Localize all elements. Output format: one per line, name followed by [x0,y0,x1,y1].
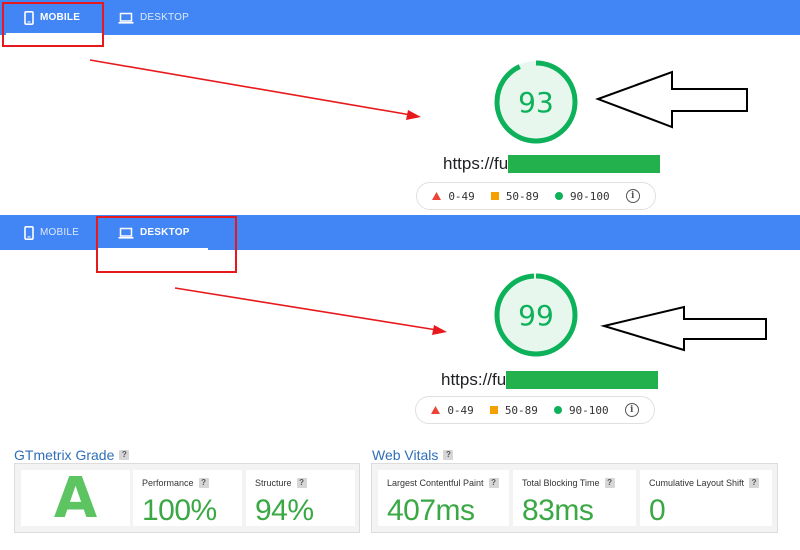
cls-label: Cumulative Layout Shift ? [649,478,760,488]
square-icon [490,192,499,200]
structure-value: 94% [255,494,314,527]
url-redaction-mobile [508,155,661,173]
legend-average: 50-89 [490,189,539,203]
hollow-arrow-mobile [595,70,748,129]
gtmetrix-grade-letter: A [53,465,98,531]
tab-bar-mobile-view: MOBILE DESKTOP [0,0,800,35]
legend-fail: 0-49 [431,404,474,417]
tested-url-desktop: https://fu [441,370,659,390]
url-text-desktop: https://fu [441,370,507,389]
legend-pass: 90-100 [554,189,610,203]
circle-icon [554,192,563,200]
hollow-arrow-desktop [600,305,767,352]
performance-label-text: Performance [142,478,194,488]
performance-cell: Performance ? 100% [133,470,242,527]
tab-desktop-label: DESKTOP [140,11,190,23]
info-icon[interactable]: i [625,189,640,203]
tbt-cell: Total Blocking Time ? 83ms [513,470,636,527]
cls-cell: Cumulative Layout Shift ? 0 [640,470,772,527]
square-icon [489,406,498,414]
help-icon[interactable]: ? [296,478,307,488]
help-icon[interactable]: ? [749,478,760,488]
tab-mobile[interactable]: MOBILE [20,215,83,250]
gtmetrix-grade-title: GTmetrix Grade ? [14,447,130,463]
structure-label-text: Structure [255,478,292,488]
info-icon[interactable]: i [624,403,639,417]
annotation-box-desktop-tab [96,216,237,273]
score-gauge-mobile: 93 [491,57,581,147]
lcp-label-text: Largest Contentful Paint [387,478,484,488]
smartphone-icon [24,225,34,240]
score-legend-mobile: 0-49 50-89 90-100 i [416,182,656,210]
performance-score-desktop: 99 [518,298,554,332]
tab-mobile-label: MOBILE [40,226,79,238]
score-legend-desktop: 0-49 50-89 90-100 i [415,396,655,424]
help-icon[interactable]: ? [488,478,499,488]
gtmetrix-grade-panel: A Performance ? 100% Structure ? 94% [14,463,360,533]
score-gauge-desktop: 99 [491,270,581,360]
tested-url-mobile: https://fu [443,154,661,174]
web-vitals-title: Web Vitals ? [372,447,454,463]
legend-fail: 0-49 [432,190,475,203]
url-text-mobile: https://fu [443,154,509,173]
structure-cell: Structure ? 94% [246,470,355,527]
cls-value: 0 [649,494,666,527]
cls-label-text: Cumulative Layout Shift [649,478,745,488]
lcp-cell: Largest Contentful Paint ? 407ms [378,470,509,527]
red-arrow-mobile [89,59,421,120]
legend-fail-range: 0-49 [448,189,475,203]
legend-pass: 90-100 [553,403,609,417]
tbt-value: 83ms [522,494,594,527]
legend-average: 50-89 [489,403,538,417]
lcp-value: 407ms [387,494,475,527]
help-icon[interactable]: ? [604,478,615,488]
help-icon[interactable]: ? [198,478,209,488]
legend-pass-range: 90-100 [568,403,609,417]
lcp-label: Largest Contentful Paint ? [387,478,499,488]
circle-icon [553,406,562,414]
tab-desktop[interactable]: DESKTOP [114,0,193,35]
triangle-icon [432,192,442,200]
legend-fail-range: 0-49 [447,403,474,417]
performance-label: Performance ? [142,478,209,488]
red-arrow-desktop [174,287,447,335]
url-redaction-desktop [506,371,659,389]
tbt-label-text: Total Blocking Time [522,478,600,488]
legend-average-range: 50-89 [505,189,539,203]
web-vitals-title-text: Web Vitals [372,447,439,463]
performance-value: 100% [142,494,217,527]
gtmetrix-grade-title-text: GTmetrix Grade [14,447,115,463]
help-icon[interactable]: ? [119,450,130,460]
help-icon[interactable]: ? [443,450,454,460]
structure-label: Structure ? [255,478,307,488]
laptop-icon [118,12,134,24]
triangle-icon [431,406,441,414]
tbt-label: Total Blocking Time ? [522,478,615,488]
performance-score-mobile: 93 [518,85,554,119]
legend-average-range: 50-89 [504,403,538,417]
grade-cell: A [21,465,130,531]
annotation-box-mobile-tab [2,2,104,47]
web-vitals-panel: Largest Contentful Paint ? 407ms Total B… [371,463,778,533]
legend-pass-range: 90-100 [569,189,610,203]
